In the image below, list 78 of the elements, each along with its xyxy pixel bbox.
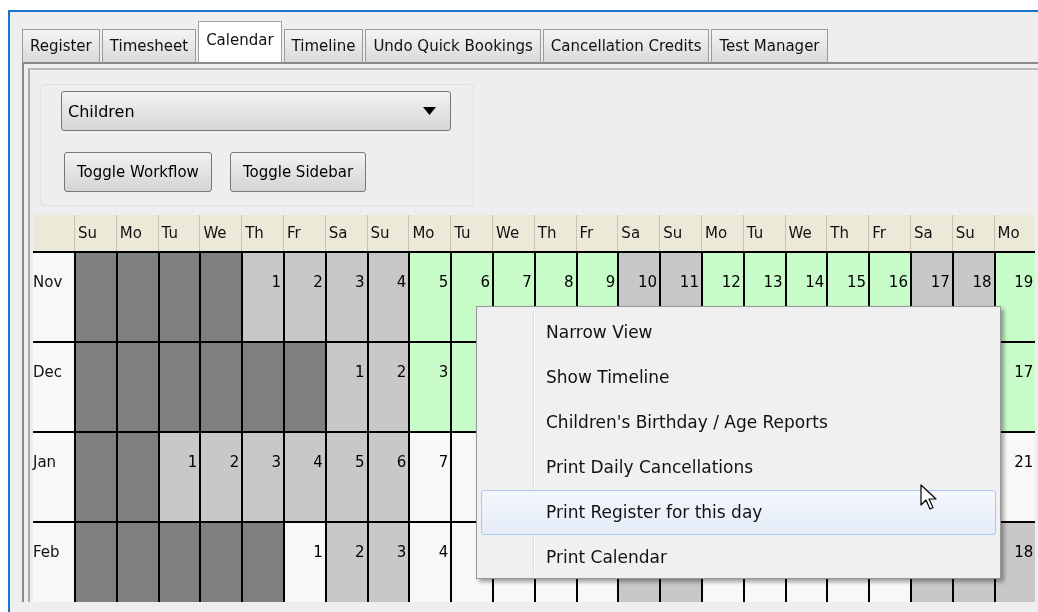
day-cell[interactable] xyxy=(115,431,158,521)
weekday-label: Su xyxy=(74,215,116,251)
weekday-label: Th xyxy=(533,215,576,251)
caret-icon xyxy=(423,107,436,115)
mouse-pointer-icon xyxy=(920,484,937,510)
day-cell[interactable]: 2 xyxy=(199,431,242,521)
day-cell[interactable]: 6 xyxy=(366,431,409,521)
toggle-button[interactable]: Toggle Sidebar xyxy=(229,152,367,192)
day-cell[interactable]: 1 xyxy=(157,431,200,521)
day-cell[interactable] xyxy=(115,521,158,602)
weekday-label: Th xyxy=(241,215,283,251)
day-cell[interactable] xyxy=(157,521,200,602)
day-cell[interactable]: 3 xyxy=(366,521,409,602)
day-cell[interactable]: 7 xyxy=(408,431,451,521)
dropdown[interactable]: Children xyxy=(61,91,451,131)
weekday-label: Tu xyxy=(157,215,200,251)
day-cell[interactable] xyxy=(74,431,116,521)
day-cell[interactable]: 19 xyxy=(993,251,1036,341)
day-cell[interactable]: 3 xyxy=(241,431,283,521)
tab[interactable]: Register xyxy=(22,29,100,62)
day-cell[interactable] xyxy=(157,341,200,431)
toggle-button[interactable]: Toggle Workflow xyxy=(64,152,212,192)
day-cell[interactable]: 5 xyxy=(408,251,451,341)
day-cell[interactable] xyxy=(241,341,283,431)
day-cell[interactable]: 1 xyxy=(283,521,325,602)
day-cell[interactable]: 1 xyxy=(241,251,283,341)
weekday-label: Th xyxy=(826,215,869,251)
day-cell[interactable] xyxy=(283,341,325,431)
tab[interactable]: Test Manager xyxy=(711,29,828,62)
day-cell[interactable]: 3 xyxy=(408,341,451,431)
day-cell[interactable]: 2 xyxy=(283,251,325,341)
weekday-label: Fr xyxy=(283,215,325,251)
day-cell[interactable] xyxy=(157,251,200,341)
weekday-label: We xyxy=(199,215,242,251)
weekday-label: Tu xyxy=(450,215,492,251)
menu-item[interactable]: Print Calendar xyxy=(481,535,996,580)
day-cell[interactable] xyxy=(199,251,242,341)
day-cell[interactable] xyxy=(199,341,242,431)
day-cell[interactable]: 1 xyxy=(324,341,367,431)
tab[interactable]: Undo Quick Bookings xyxy=(365,29,541,62)
weekday-label: Mo xyxy=(700,215,743,251)
weekday-label: Mo xyxy=(115,215,158,251)
tab[interactable]: Cancellation Credits xyxy=(542,29,710,62)
tab[interactable]: Timeline xyxy=(283,29,364,62)
day-cell[interactable]: 2 xyxy=(366,341,409,431)
weekday-label: We xyxy=(491,215,534,251)
weekday-label: Su xyxy=(951,215,994,251)
day-cell[interactable]: 4 xyxy=(366,251,409,341)
day-cell[interactable]: 2 xyxy=(324,521,367,602)
weekday-label: Sa xyxy=(324,215,367,251)
day-cell[interactable] xyxy=(74,521,116,602)
weekday-label: Mo xyxy=(993,215,1036,251)
day-cell[interactable]: 3 xyxy=(324,251,367,341)
day-cell[interactable] xyxy=(199,521,242,602)
menu-item[interactable]: Print Daily Cancellations xyxy=(481,445,996,490)
header-cell xyxy=(33,215,74,251)
weekday-label: Tu xyxy=(742,215,785,251)
weekday-label: Mo xyxy=(408,215,451,251)
weekday-label: Sa xyxy=(909,215,952,251)
day-cell[interactable]: 5 xyxy=(324,431,367,521)
weekday-label: Sa xyxy=(617,215,660,251)
tab[interactable]: Timesheet xyxy=(101,29,197,62)
menu-item[interactable]: Show Timeline xyxy=(481,355,996,400)
tab[interactable]: Calendar xyxy=(198,21,282,62)
weekday-label: Fr xyxy=(868,215,910,251)
day-cell[interactable] xyxy=(241,521,283,602)
day-cell[interactable] xyxy=(115,251,158,341)
day-cell[interactable] xyxy=(115,341,158,431)
weekday-label: Su xyxy=(659,215,701,251)
weekday-label: Su xyxy=(366,215,409,251)
day-cell[interactable] xyxy=(74,341,116,431)
menu-item[interactable]: Children's Birthday / Age Reports xyxy=(481,400,996,445)
menu-item[interactable]: Print Register for this day xyxy=(481,490,996,535)
day-cell[interactable] xyxy=(74,251,116,341)
day-cell[interactable]: 4 xyxy=(283,431,325,521)
weekday-label: We xyxy=(784,215,827,251)
weekday-label: Fr xyxy=(575,215,618,251)
day-cell[interactable]: 4 xyxy=(408,521,451,602)
